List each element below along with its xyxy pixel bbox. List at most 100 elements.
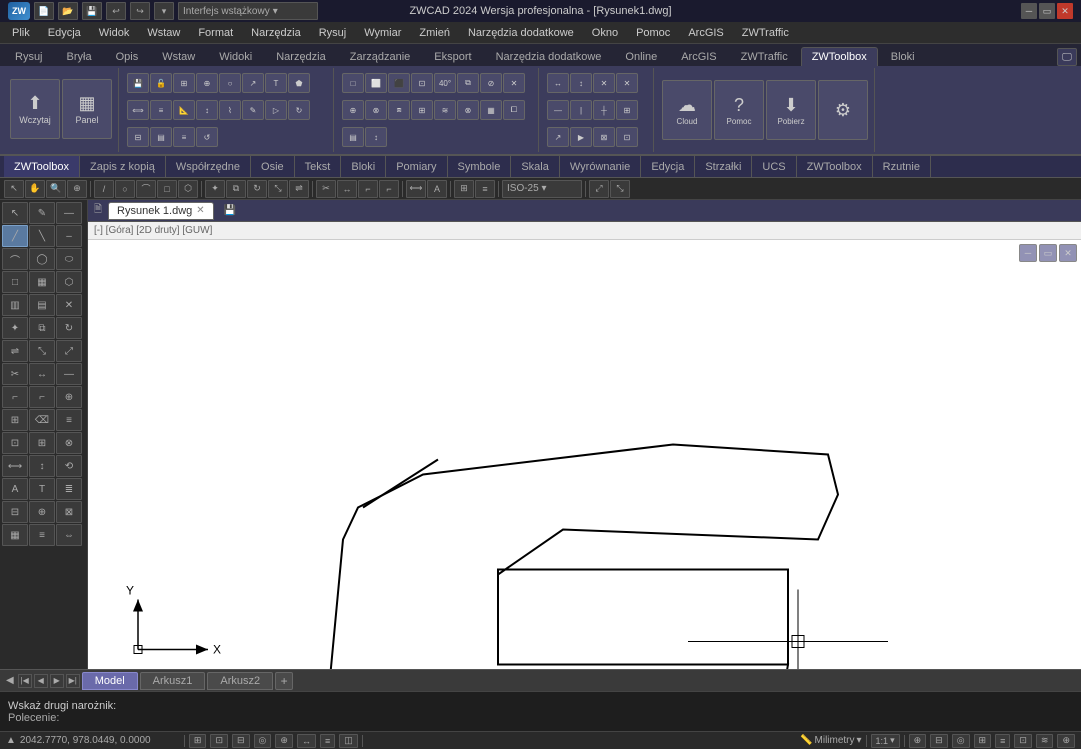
btn-t5[interactable]: ○: [219, 73, 241, 93]
toolbar-btn-text[interactable]: A: [427, 180, 447, 198]
snap-btn[interactable]: ⊡: [210, 734, 228, 748]
tab-arkusz2[interactable]: Arkusz2: [207, 672, 273, 690]
status-extra-btn4[interactable]: ⊞: [974, 734, 992, 748]
toolbar-btn-line[interactable]: /: [94, 180, 114, 198]
btn-h2[interactable]: ↕: [570, 73, 592, 93]
status-extra-btn5[interactable]: ≡: [995, 734, 1010, 748]
tool-stretch[interactable]: ⤢: [56, 340, 82, 362]
tab-arkusz1[interactable]: Arkusz1: [140, 672, 206, 690]
section-ucs[interactable]: UCS: [752, 156, 796, 177]
tool-erase[interactable]: ⌫: [29, 409, 55, 431]
nav-first[interactable]: |◀: [18, 674, 32, 688]
status-extra-btn7[interactable]: ≋: [1036, 734, 1054, 748]
toolbar-btn-vpmax[interactable]: ⤢: [589, 180, 609, 198]
status-scroll-btn[interactable]: ▲: [6, 735, 16, 746]
toolbar-btn-circle[interactable]: ○: [115, 180, 135, 198]
tool-arc[interactable]: ⌒: [2, 248, 28, 270]
quick-access-redo[interactable]: ↪: [130, 2, 150, 20]
quick-access-new[interactable]: 📄: [34, 2, 54, 20]
menu-zmien[interactable]: Zmień: [411, 25, 458, 41]
tool-text[interactable]: A: [2, 478, 28, 500]
tab-online[interactable]: Online: [614, 47, 668, 66]
tool-array[interactable]: ⊡: [2, 432, 28, 454]
btn-panel[interactable]: ▦ Panel: [62, 79, 112, 139]
section-skala[interactable]: Skala: [511, 156, 560, 177]
btn-h4[interactable]: ✕: [616, 73, 638, 93]
section-tekst[interactable]: Tekst: [295, 156, 342, 177]
toolbar-btn-move[interactable]: ✦: [205, 180, 225, 198]
toolbar-btn-layer[interactable]: ⊞: [454, 180, 474, 198]
tab-eksport[interactable]: Eksport: [423, 47, 482, 66]
tool-extend[interactable]: ↔: [29, 363, 55, 385]
section-strzalki[interactable]: Strzałki: [695, 156, 752, 177]
tab-zwtraffic[interactable]: ZWTraffic: [730, 47, 799, 66]
tool-match[interactable]: ⇔: [56, 524, 82, 546]
toolbar-btn-dim[interactable]: ⟷: [406, 180, 426, 198]
toolbar-btn-extend[interactable]: ↔: [337, 180, 357, 198]
menu-wymiar[interactable]: Wymiar: [356, 25, 409, 41]
menu-narzedzia-dodatkowe[interactable]: Narzędzia dodatkowe: [460, 25, 582, 41]
tab-narzedzia-dodatkowe[interactable]: Narzędzia dodatkowe: [485, 47, 613, 66]
tool-dim[interactable]: ⟷: [2, 455, 28, 477]
toolbar-btn-select[interactable]: ↖: [4, 180, 24, 198]
tool-array2[interactable]: ⊞: [29, 432, 55, 454]
toolbar-btn-copy[interactable]: ⧉: [226, 180, 246, 198]
btn-help[interactable]: ? Pomoc: [714, 80, 764, 140]
btn-g12[interactable]: ⊞: [411, 100, 433, 120]
btn-settings[interactable]: ⚙: [818, 80, 868, 140]
workspace-dropdown[interactable]: Interfejs wstążkowy▾: [178, 2, 318, 20]
section-symbole[interactable]: Symbole: [448, 156, 512, 177]
btn-t8[interactable]: ⬟: [288, 73, 310, 93]
btn-h9[interactable]: ↗: [547, 127, 569, 147]
btn-g13[interactable]: ≋: [434, 100, 456, 120]
tool-dim2[interactable]: ↕: [29, 455, 55, 477]
toolbar-btn-vpmin[interactable]: ⤡: [610, 180, 630, 198]
toolbar-btn-pan[interactable]: ✋: [25, 180, 45, 198]
status-extra-btn2[interactable]: ⊟: [930, 734, 948, 748]
btn-h5[interactable]: —: [547, 100, 569, 120]
grid-btn[interactable]: ⊞: [189, 734, 207, 748]
toolbar-btn-rotate[interactable]: ↻: [247, 180, 267, 198]
window-restore[interactable]: ▭: [1039, 3, 1055, 19]
tab-arcgis[interactable]: ArcGIS: [670, 47, 727, 66]
tool-array3[interactable]: ⊗: [56, 432, 82, 454]
btn-h1[interactable]: ↔: [547, 73, 569, 93]
section-rzutnie[interactable]: Rzutnie: [873, 156, 931, 177]
toolbar-btn-snap[interactable]: ⊕: [67, 180, 87, 198]
tool-select2[interactable]: ✎: [29, 202, 55, 224]
menu-zwtraffic[interactable]: ZWTraffic: [734, 25, 797, 41]
tab-rysuj[interactable]: Rysuj: [4, 47, 54, 66]
menu-arcgis[interactable]: ArcGIS: [680, 25, 731, 41]
nav-last[interactable]: ▶|: [66, 674, 80, 688]
btn-t2[interactable]: 🔓: [150, 73, 172, 93]
btn-g18[interactable]: ↕: [365, 127, 387, 147]
tab-wstaw[interactable]: Wstaw: [151, 47, 206, 66]
btn-g8[interactable]: ✕: [503, 73, 525, 93]
menu-edycja[interactable]: Edycja: [40, 25, 89, 41]
menu-rysuj[interactable]: Rysuj: [311, 25, 355, 41]
btn-g4[interactable]: ⊡: [411, 73, 433, 93]
tool-layers[interactable]: ▦: [2, 524, 28, 546]
tool-rect[interactable]: □: [2, 271, 28, 293]
btn-g3[interactable]: ⬛: [388, 73, 410, 93]
btn-t14[interactable]: ✎: [242, 100, 264, 120]
canvas-tab-active[interactable]: Rysunek 1.dwg ✕: [108, 202, 214, 220]
btn-t6[interactable]: ↗: [242, 73, 264, 93]
section-zwtoolbox2[interactable]: ZWToolbox: [797, 156, 873, 177]
tool-chamfer[interactable]: ⌐: [29, 386, 55, 408]
tab-add[interactable]: +: [275, 672, 293, 690]
btn-t16[interactable]: ↻: [288, 100, 310, 120]
toolbar-btn-chamfer[interactable]: ⌐: [379, 180, 399, 198]
tab-monitor[interactable]: 🖵: [1057, 48, 1077, 66]
btn-g7[interactable]: ⊘: [480, 73, 502, 93]
btn-g5[interactable]: 40°: [434, 73, 456, 93]
toolbar-btn-props[interactable]: ≡: [475, 180, 495, 198]
btn-t15[interactable]: ▷: [265, 100, 287, 120]
tool-circle[interactable]: ◯: [29, 248, 55, 270]
btn-g1[interactable]: □: [342, 73, 364, 93]
toolbar-btn-rect[interactable]: □: [157, 180, 177, 198]
tool-dash[interactable]: –: [56, 225, 82, 247]
tool-dim3[interactable]: ⟲: [56, 455, 82, 477]
btn-g17[interactable]: ▤: [342, 127, 364, 147]
section-zapis[interactable]: Zapis z kopią: [80, 156, 166, 177]
